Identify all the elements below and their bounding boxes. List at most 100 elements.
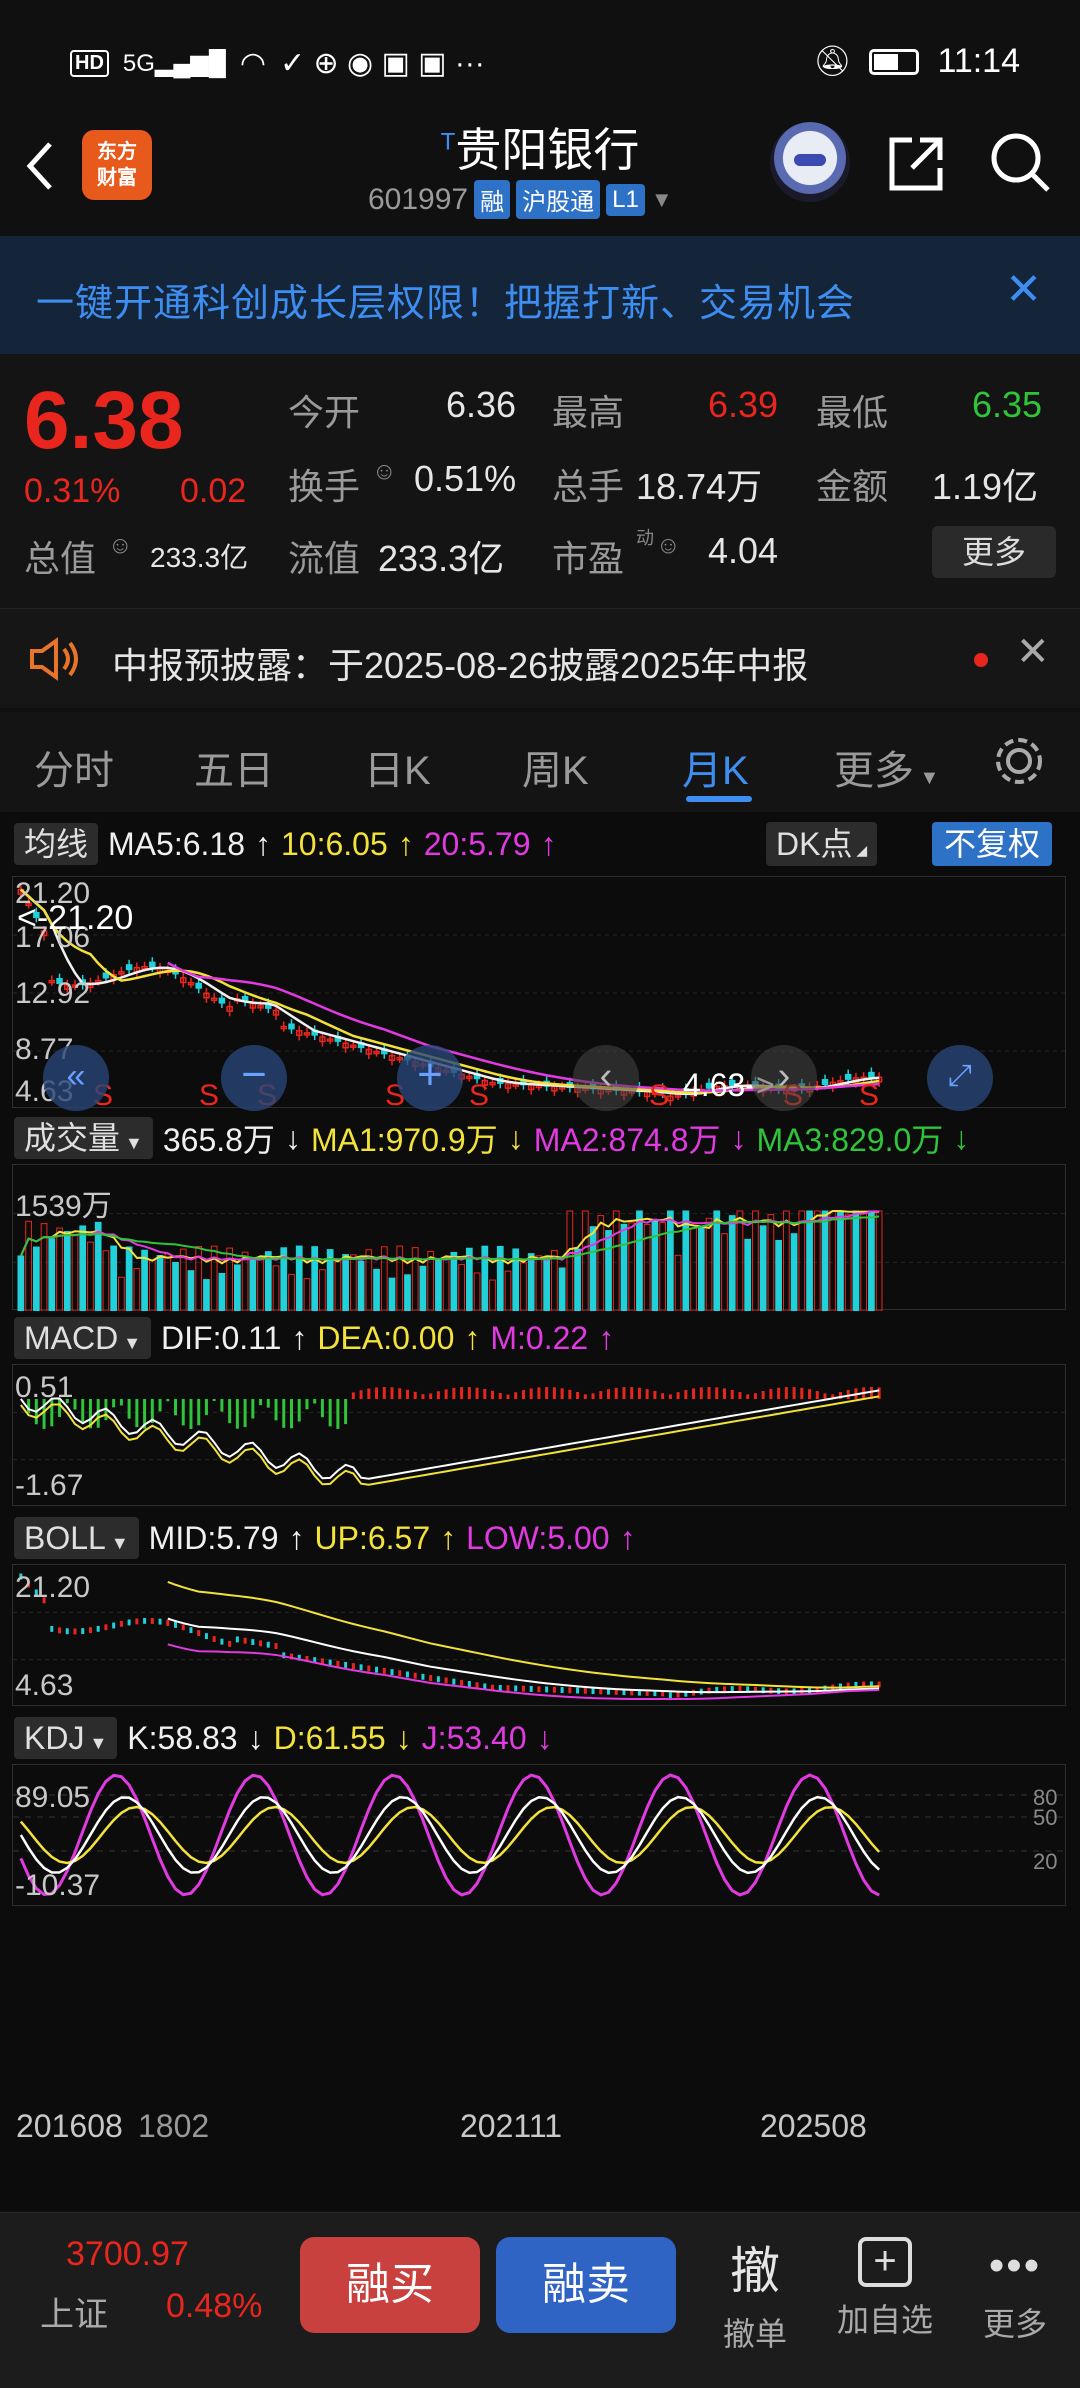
info-icon[interactable]: ☺ [108, 532, 133, 560]
scroll-left-button[interactable]: « [43, 1045, 109, 1111]
ma-selector-button[interactable]: 均线 [14, 823, 99, 865]
macd-y-top: 0.51 [15, 1371, 74, 1404]
kdj-y-bottom: -10.37 [15, 1869, 101, 1902]
next-button[interactable]: › [751, 1045, 817, 1111]
volume-bar [806, 1210, 813, 1312]
boll-selector-button[interactable]: BOLL ▼ [14, 1517, 139, 1559]
volume-bar [597, 1215, 605, 1312]
mktcap-value: 233.3亿 [150, 542, 249, 573]
volume-bar [527, 1253, 535, 1312]
volume-bar [156, 1255, 164, 1312]
more-menu-button[interactable]: ••• 更多 [960, 2231, 1070, 2345]
volume-bar [605, 1230, 612, 1312]
macd-y-bottom: -1.67 [15, 1469, 84, 1502]
volume-legend: 成交量 ▼ 365.8万 ↓ MA1:970.9万 ↓ MA2:874.8万 ↓ MA… [14, 1116, 969, 1160]
low-label: 最低 [816, 392, 889, 433]
pe-value: 4.04 [708, 530, 779, 571]
volume-bar [543, 1259, 551, 1312]
stock-code-row[interactable]: 601997 融 沪股通 L1 ▼ [368, 180, 673, 219]
notice-bar[interactable]: 中报预披露：于2025-08-26披露2025年中报 ✕ [0, 608, 1080, 708]
volume-chart[interactable]: 1539万 [12, 1164, 1067, 1312]
info-icon[interactable]: ☺ [656, 532, 681, 560]
volume-bar [25, 1220, 32, 1312]
volume-bar [798, 1210, 806, 1312]
robot-assistant-button[interactable] [770, 122, 850, 202]
x-label-3: 202508 [760, 2108, 867, 2144]
index-ticker[interactable]: 3700.97 上证 0.48% [0, 2213, 290, 2388]
volume-bar [32, 1246, 40, 1312]
macd-dif: DIF:0.11 [161, 1319, 282, 1356]
kline-chart[interactable]: SSSSSSSS 21.20 17.06 12.92 8.77 4.63 <-2… [12, 876, 1067, 1112]
cancel-order-button[interactable]: 撤 撤单 [700, 2231, 810, 2355]
more-menu-label: 更多 [982, 2306, 1047, 2342]
add-icon: + [858, 2237, 912, 2287]
volume-bar [744, 1238, 752, 1312]
tab-weekly[interactable]: 周K [522, 738, 589, 796]
search-button[interactable] [988, 130, 1054, 201]
share-button[interactable] [884, 132, 948, 201]
wifi-icon: ◠ [239, 47, 267, 80]
adjust-button[interactable]: 不复权 [932, 822, 1053, 866]
candle-body [868, 1071, 875, 1078]
volume-bar [48, 1238, 56, 1312]
macd-selector-button[interactable]: MACD ▼ [14, 1317, 152, 1359]
kdj-selector-button[interactable]: KDJ ▼ [14, 1717, 118, 1759]
banner-close-icon[interactable]: ✕ [1005, 264, 1042, 315]
zoom-out-button[interactable]: − [221, 1045, 287, 1111]
macd-chart[interactable]: 0.51 -1.67 [12, 1364, 1067, 1506]
tab-intraday[interactable]: 分时 [34, 738, 114, 796]
max-price-note: <-21.20 [17, 899, 134, 937]
notice-close-icon[interactable]: ✕ [1016, 629, 1050, 675]
zoom-in-button[interactable]: + [397, 1045, 463, 1111]
tab-more[interactable]: 更多 ▼ [834, 738, 939, 796]
add-watchlist-button[interactable]: + 加自选 [830, 2231, 940, 2341]
volume-bar [813, 1210, 821, 1312]
volume-selector-button[interactable]: 成交量 ▼ [14, 1117, 153, 1159]
pe-label: 市盈 [552, 538, 625, 579]
promo-banner[interactable]: 一键开通科创成长层权限！把握打新、交易机会 ✕ [0, 236, 1080, 354]
signal-icon: 5G▂▄▆█ [122, 50, 226, 77]
volume-bar [427, 1250, 435, 1312]
tab-5day[interactable]: 五日 [194, 738, 274, 796]
kdj-chart[interactable]: 89.05 -10.37 80 50 20 [12, 1764, 1067, 1906]
tab-daily[interactable]: 日K [364, 738, 431, 796]
volume-bar [821, 1210, 829, 1312]
fullscreen-button[interactable]: ⤢ [927, 1045, 993, 1111]
pe-sup: 动 [636, 528, 654, 548]
notice-text[interactable]: 中报预披露：于2025-08-26披露2025年中报 [112, 637, 808, 689]
app-notification-icons: ✓ ⊕ ◉ ▣ ▣ ··· [280, 47, 485, 80]
tab-monthly[interactable]: 月K [682, 738, 749, 796]
battery-icon [869, 48, 920, 75]
open-value: 6.36 [446, 384, 517, 425]
margin-buy-button[interactable]: 融买 [300, 2237, 480, 2333]
volume-bar [435, 1258, 442, 1312]
volume-value: 365.8万 [162, 1122, 275, 1158]
stock-name: 贵阳银行 [455, 124, 640, 176]
dk-point-button[interactable]: DK点 ◢ [766, 822, 878, 866]
volume-bar [303, 1278, 311, 1312]
more-quote-button[interactable]: 更多 [932, 526, 1056, 578]
cancel-order-label: 撤单 [722, 2316, 787, 2352]
mktcap-label: 总值 [24, 538, 97, 579]
title-prefix: T [440, 128, 456, 156]
volume-bar [736, 1210, 744, 1312]
sell-marker: S [469, 1079, 489, 1109]
volume-bar [697, 1226, 705, 1312]
ma-legend: 均线 MA5:6.18 ↑ 10:6.05 ↑ 20:5.79 ↑ [14, 822, 557, 866]
volume-bar [636, 1210, 643, 1312]
volume-bar [674, 1254, 682, 1312]
volume-bar [759, 1225, 767, 1312]
expand-icon: ⤢ [948, 1059, 972, 1092]
last-price: 6.38 [24, 375, 184, 466]
settings-icon[interactable] [990, 732, 1048, 790]
boll-chart[interactable]: 21.20 4.63 [12, 1564, 1067, 1706]
prev-button[interactable]: ‹ [573, 1045, 639, 1111]
volume-bar [659, 1222, 667, 1312]
margin-sell-button[interactable]: 融卖 [496, 2237, 676, 2333]
volume-bar [442, 1256, 450, 1312]
banner-text[interactable]: 一键开通科创成长层权限！把握打新、交易机会 [36, 272, 855, 327]
info-icon[interactable]: ☺ [372, 458, 397, 486]
margin-tag: 融 [474, 180, 511, 219]
float-label: 流值 [288, 538, 361, 579]
amount-value: 1.19亿 [932, 466, 1039, 507]
